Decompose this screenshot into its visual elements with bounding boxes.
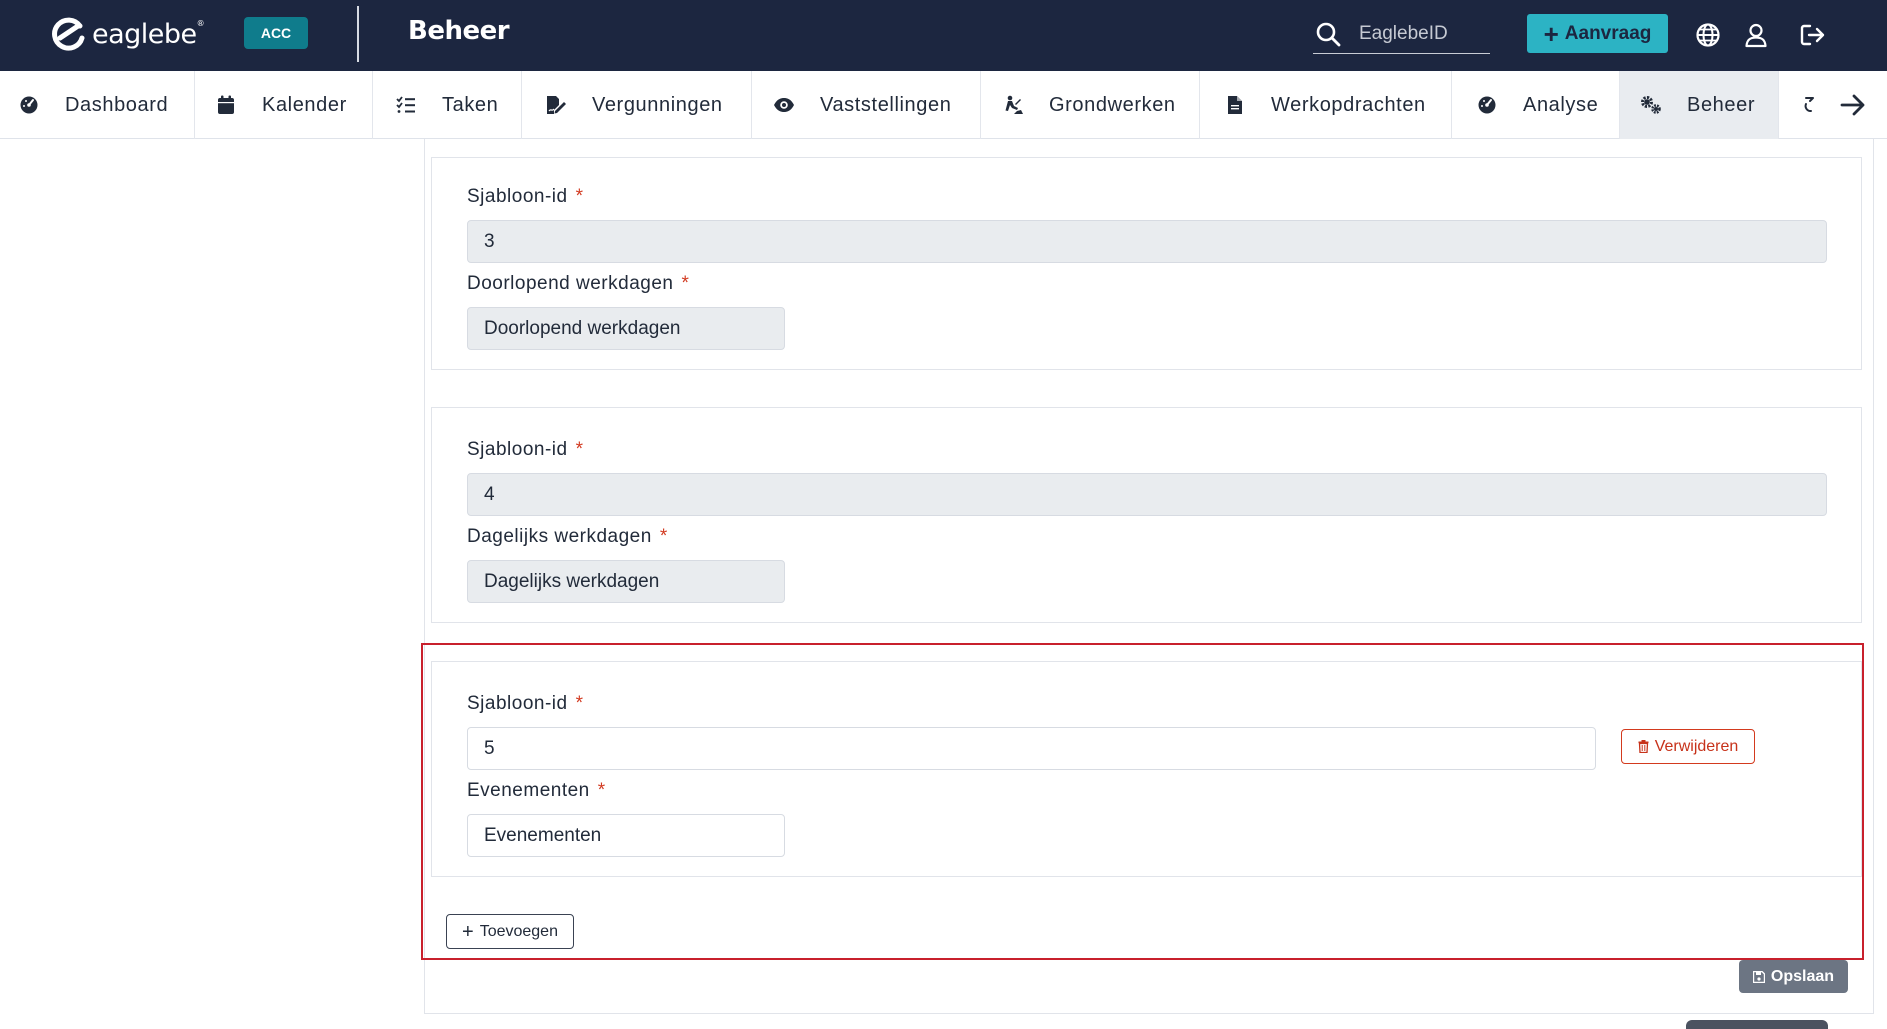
required-marker: * [681,273,690,294]
template-card: Sjabloon-id * 3 Doorlopend werkdagen * Doo… [431,157,1862,370]
calendar-icon [215,94,237,116]
nav-item-analyse[interactable]: Analyse [1452,71,1620,139]
trash-icon [1638,740,1649,753]
nav-label: Werkopdrachten [1271,93,1426,116]
template-id-label: Sjabloon-id * [467,693,584,714]
template-name-label: Dagelijks werkdagen * [467,526,668,547]
logo-text: eaglebe® [92,18,205,50]
header-divider [357,6,359,62]
arrow-right-icon[interactable] [1835,88,1871,122]
template-name-label: Doorlopend werkdagen * [467,273,690,294]
nav-item-beheer[interactable]: Beheer [1620,71,1779,139]
eaglebe-logo[interactable]: eaglebe® [50,16,205,52]
template-name-input[interactable]: Evenementen [467,814,785,857]
logout-icon[interactable] [1798,20,1828,50]
nav-label: Beheer [1687,93,1756,116]
template-card: Sjabloon-id * 4 Dagelijks werkdagen * Dage… [431,407,1862,623]
save-button[interactable]: Opslaan [1739,960,1848,993]
save-label: Opslaan [1770,967,1835,985]
plus-icon: + [1543,18,1559,49]
nav-label: Vaststellingen [820,93,952,116]
dashboard-icon [18,94,40,116]
environment-badge: ACC [244,17,308,49]
nav-item-werkopdrachten[interactable]: Werkopdrachten [1200,71,1452,139]
overflow-item-icon [1803,95,1817,115]
nav-label: Taken [442,93,499,116]
new-request-label: Aanvraag [1564,22,1652,44]
user-icon[interactable] [1741,20,1771,50]
template-id-field: 4 [467,473,1827,516]
dashboard-icon [1476,94,1498,116]
nav-item-vergunningen[interactable]: Vergunningen [522,71,752,139]
page-title: Beheer [408,16,510,46]
top-header: eaglebe® ACC Beheer + Aanvraag [0,0,1887,71]
eye-icon [773,94,795,116]
required-marker: * [575,693,584,714]
task-list-icon [395,94,417,116]
template-card-new: Sjabloon-id * 5 Verwijderen Evenementen * … [431,661,1862,877]
globe-icon[interactable] [1693,20,1723,50]
search-box[interactable] [1313,14,1490,54]
template-id-field: 3 [467,220,1827,263]
new-request-button[interactable]: + Aanvraag [1527,14,1668,53]
nav-label: Kalender [262,93,347,116]
add-label: Toevoegen [479,922,558,940]
nav-label: Grondwerken [1049,93,1176,116]
gears-icon [1640,94,1662,116]
nav-item-taken[interactable]: Taken [373,71,522,139]
template-name-label: Evenementen * [467,780,606,801]
nav-item-vaststellingen[interactable]: Vaststellingen [752,71,981,139]
nav-label: Analyse [1523,93,1599,116]
permit-icon [545,94,567,116]
add-template-button[interactable]: + Toevoegen [446,914,574,949]
document-icon [1224,94,1246,116]
required-marker: * [659,526,668,547]
required-marker: * [575,439,584,460]
nav-item-overflow[interactable] [1779,71,1819,139]
search-input[interactable] [1359,22,1479,45]
template-name-field: Dagelijks werkdagen [467,560,785,603]
nav-label: Vergunningen [592,93,723,116]
template-id-label: Sjabloon-id * [467,439,584,460]
floppy-disk-icon [1752,970,1765,983]
nav-item-grondwerken[interactable]: Grondwerken [981,71,1200,139]
template-name-field: Doorlopend werkdagen [467,307,785,350]
nav-item-dashboard[interactable]: Dashboard [0,71,195,139]
delete-label: Verwijderen [1654,737,1739,755]
digging-icon [1002,94,1024,116]
bottom-button-partial[interactable] [1686,1020,1828,1029]
required-marker: * [575,186,584,207]
nav-item-kalender[interactable]: Kalender [195,71,373,139]
template-id-label: Sjabloon-id * [467,186,584,207]
eaglebe-logo-icon [52,17,85,51]
plus-icon: + [462,920,474,943]
main-navigation: Dashboard Kalender Taken Vergunningen Va… [0,71,1887,139]
template-id-input[interactable]: 5 [467,727,1596,770]
delete-button[interactable]: Verwijderen [1621,729,1755,764]
search-icon[interactable] [1315,21,1341,47]
required-marker: * [597,780,606,801]
nav-label: Dashboard [65,93,169,116]
